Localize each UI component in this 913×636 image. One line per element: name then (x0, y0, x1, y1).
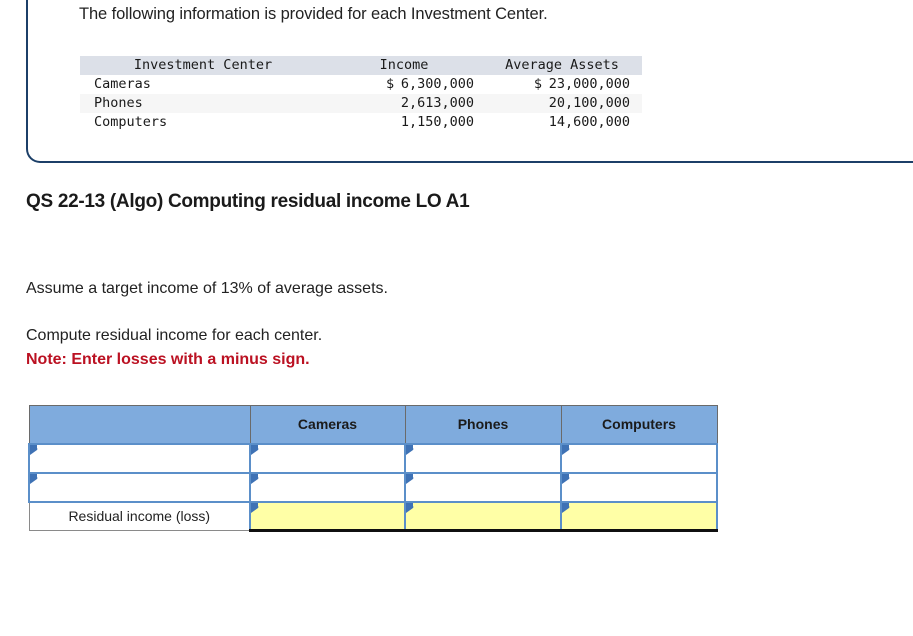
info-cell-income: $6,300,000 (326, 75, 482, 94)
dropdown-arrow-icon (251, 473, 259, 484)
dropdown-arrow-icon (406, 502, 414, 513)
dropdown-arrow-icon (406, 444, 414, 455)
dropdown-arrow-icon (562, 473, 570, 484)
info-table-head: Investment Center Income Average Assets (80, 56, 642, 75)
dropdown-arrow-icon (251, 444, 259, 455)
page-title: QS 22-13 (Algo) Computing residual incom… (26, 191, 470, 212)
table-row (28, 471, 718, 503)
info-cell-average-assets: 14,600,000 (482, 113, 642, 132)
info-cell-center: Phones (94, 95, 143, 111)
residual-income-phones-input[interactable] (404, 500, 562, 532)
dropdown-arrow-icon (406, 473, 414, 484)
assets-value: 23,000,000 (548, 76, 630, 92)
income-value: 1,150,000 (400, 114, 474, 130)
dropdown-arrow-icon (30, 473, 38, 484)
answer-grid-header-cameras: Cameras (249, 405, 406, 444)
answer-grid-header-blank (28, 405, 251, 444)
residual-income-computers-input[interactable] (560, 500, 718, 532)
residual-income-answer-grid: Cameras Phones Computers Residual income… (28, 405, 718, 532)
note-text: Note: Enter losses with a minus sign. (26, 351, 310, 368)
answer-grid-header-row: Cameras Phones Computers (28, 405, 718, 444)
info-header-center: Investment Center (133, 57, 273, 73)
residual-income-cameras-input[interactable] (249, 500, 406, 532)
answer-row-1-computers-input[interactable] (560, 471, 718, 503)
info-table-header-row: Investment Center Income Average Assets (80, 56, 642, 75)
instruction-text: Compute residual income for each center. (26, 327, 323, 344)
info-header-average-assets: Average Assets (505, 57, 619, 73)
info-cell-income: 1,150,000 (326, 113, 482, 132)
assets-value: 20,100,000 (548, 95, 630, 111)
table-row: Computers 1,150,000 14,600,000 (80, 113, 642, 132)
answer-row-1-phones-input[interactable] (404, 471, 562, 503)
income-currency-symbol: $ (386, 76, 395, 92)
dropdown-arrow-icon (30, 444, 38, 455)
info-cell-income: 2,613,000 (326, 94, 482, 113)
answer-row-1-cameras-input[interactable] (249, 471, 406, 503)
residual-income-label: Residual income (loss) (28, 501, 251, 531)
dropdown-arrow-icon (251, 502, 259, 513)
assets-currency-symbol: $ (533, 76, 543, 92)
info-table-body: Cameras $6,300,000 $23,000,000 Phones 2,… (80, 75, 642, 132)
info-cell-center: Cameras (94, 76, 151, 92)
answer-grid-header-computers: Computers (560, 405, 718, 444)
income-value: 6,300,000 (400, 76, 474, 92)
answer-row-1-label-input[interactable] (28, 471, 251, 503)
answer-row-0-cameras-input[interactable] (249, 442, 406, 474)
info-cell-average-assets: 20,100,000 (482, 94, 642, 113)
info-cell-center: Computers (94, 114, 168, 130)
answer-row-0-computers-input[interactable] (560, 442, 718, 474)
table-row (28, 442, 718, 474)
answer-grid-header-phones: Phones (404, 405, 562, 444)
info-header-income: Income (379, 57, 429, 73)
income-value: 2,613,000 (400, 95, 474, 111)
table-row: Phones 2,613,000 20,100,000 (80, 94, 642, 113)
investment-center-info-table: Investment Center Income Average Assets … (80, 56, 642, 132)
answer-row-0-label-input[interactable] (28, 442, 251, 474)
intro-text: The following information is provided fo… (79, 5, 548, 23)
dropdown-arrow-icon (562, 444, 570, 455)
assumption-text: Assume a target income of 13% of average… (26, 280, 388, 297)
table-row: Cameras $6,300,000 $23,000,000 (80, 75, 642, 94)
dropdown-arrow-icon (562, 502, 570, 513)
assets-value: 14,600,000 (548, 114, 630, 130)
table-row: Residual income (loss) (28, 500, 718, 532)
info-cell-average-assets: $23,000,000 (482, 75, 642, 94)
answer-row-0-phones-input[interactable] (404, 442, 562, 474)
